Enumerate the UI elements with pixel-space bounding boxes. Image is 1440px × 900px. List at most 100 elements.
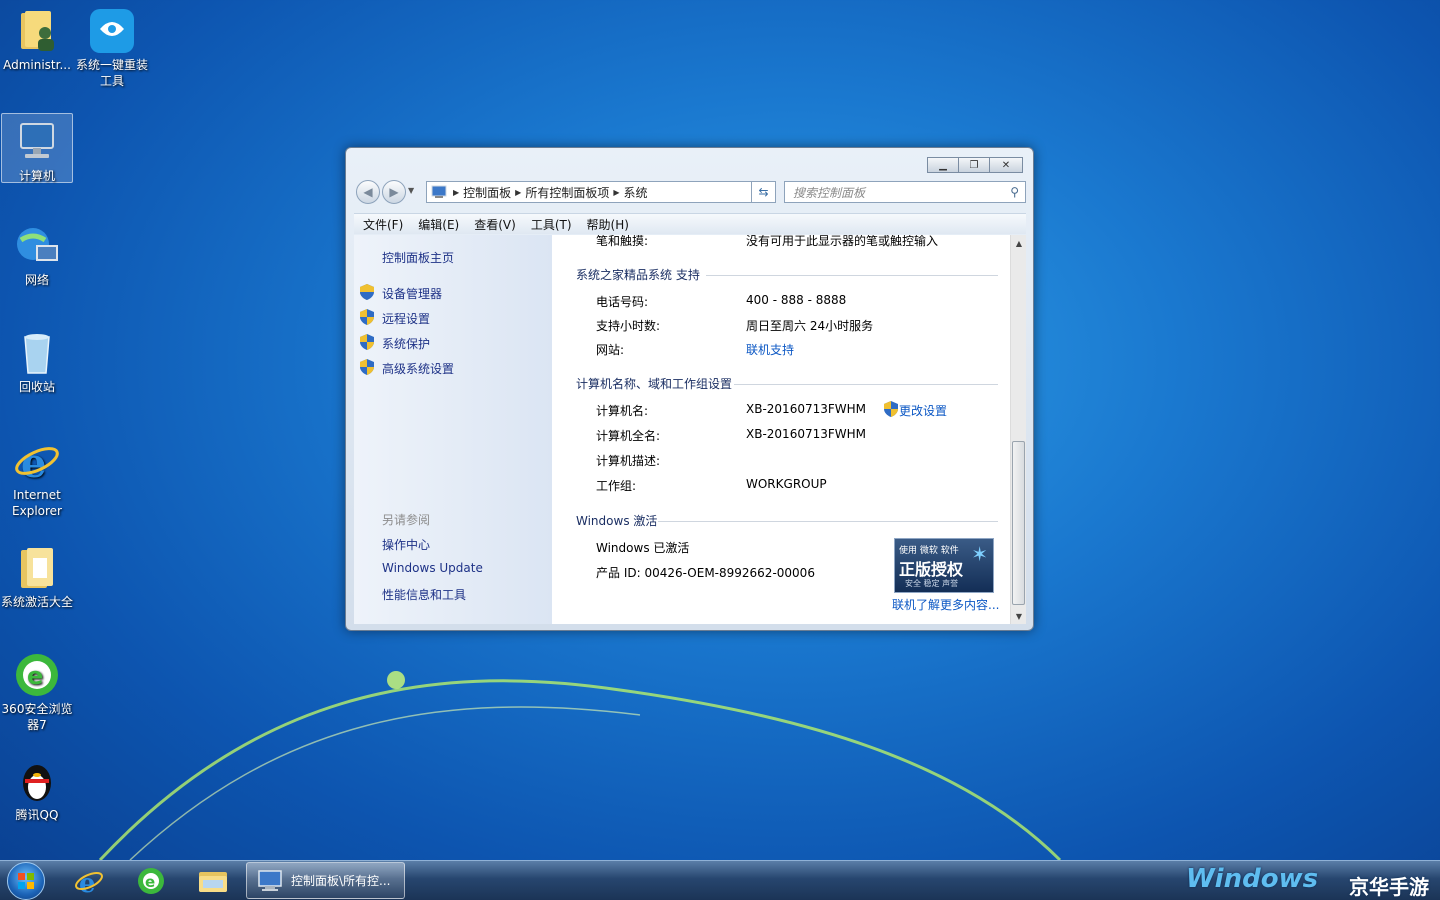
uac-shield-icon	[360, 309, 374, 325]
search-placeholder: 搜索控制面板	[793, 185, 866, 200]
computer-description-label: 计算机描述:	[596, 454, 661, 468]
minimize-icon: ▁	[939, 159, 947, 171]
user-folder-icon	[13, 7, 61, 55]
learn-more-link[interactable]: 联机了解更多内容...	[892, 596, 999, 613]
arrow-left-icon: ◀	[363, 185, 373, 199]
breadcrumb-control-panel[interactable]: 控制面板	[463, 184, 511, 201]
change-settings-link[interactable]: 更改设置	[899, 402, 947, 419]
desktop-icon-360-browser[interactable]: e 360安全浏览器7	[1, 647, 73, 733]
watermark-cn-text: 京华手游	[1349, 875, 1429, 899]
activation-status: Windows 已激活	[596, 541, 690, 555]
desktop-icon-label: Internet Explorer	[12, 488, 62, 518]
desktop-icon-recycle-bin[interactable]: 回收站	[1, 325, 73, 395]
taskbar-control-panel-window[interactable]: 控制面板\所有控...	[246, 862, 405, 899]
genuine-software-badge[interactable]: 使用 微软 软件 ✶ 正版授权 安全 稳定 声誉	[894, 538, 994, 593]
taskbar-internet-explorer[interactable]: e	[64, 864, 114, 898]
system-details-pane: 笔和触摸: 没有可用于此显示器的笔或触控输入 系统之家精品系统 支持 电话号码:…	[552, 235, 1010, 624]
desktop-icon-network[interactable]: 网络	[1, 218, 73, 288]
menu-file[interactable]: 文件(F)	[363, 216, 403, 233]
link-performance-tools[interactable]: 性能信息和工具	[382, 586, 466, 603]
website-label: 网站:	[596, 343, 625, 357]
link-advanced-system-settings[interactable]: 高级系统设置	[382, 360, 454, 377]
back-button[interactable]: ◀	[356, 180, 380, 204]
internet-explorer-icon: e	[75, 869, 103, 896]
qq-penguin-icon	[13, 757, 61, 805]
workgroup-value: WORKGROUP	[746, 477, 827, 491]
desktop-icon-label: 系统激活大全	[1, 595, 74, 609]
360-browser-icon: e	[13, 651, 61, 699]
section-divider	[658, 521, 998, 522]
menu-help[interactable]: 帮助(H)	[587, 216, 629, 233]
site-watermark: Windows 京华手游	[1186, 864, 1429, 899]
full-computer-name-label: 计算机全名:	[596, 429, 661, 443]
uac-shield-icon	[360, 334, 374, 350]
support-hours-value: 周日至周六 24小时服务	[746, 319, 874, 333]
breadcrumb-all-items[interactable]: 所有控制面板项	[525, 184, 609, 201]
product-id: 产品 ID: 00426-OEM-8992662-00006	[596, 566, 815, 580]
minimize-button[interactable]: ▁	[927, 157, 959, 173]
taskbar-360-browser[interactable]: e	[126, 864, 176, 898]
close-button[interactable]: ✕	[989, 157, 1023, 173]
desktop-icon-administrator[interactable]: Administr...	[1, 3, 73, 73]
section-divider	[734, 384, 998, 385]
recent-pages-chevron-icon[interactable]: ▼	[408, 186, 414, 195]
address-bar[interactable]: ▶ 控制面板 ▶ 所有控制面板项 ▶ 系统 ▼	[426, 181, 776, 203]
control-panel-icon	[258, 870, 282, 891]
vertical-scrollbar[interactable]: ▲ ▼	[1010, 235, 1026, 624]
link-remote-settings[interactable]: 远程设置	[382, 310, 430, 327]
reinstall-tool-icon	[88, 7, 136, 55]
recycle-bin-icon	[13, 329, 61, 377]
workgroup-label: 工作组:	[596, 479, 637, 493]
start-button[interactable]	[7, 862, 45, 900]
desktop-icon-label: 系统一键重装工具	[76, 58, 149, 88]
computer-icon	[13, 118, 61, 166]
desktop-icon-reinstall-tool[interactable]: 系统一键重装工具	[76, 3, 148, 89]
link-windows-update[interactable]: Windows Update	[382, 561, 483, 575]
uac-shield-icon	[360, 359, 374, 375]
star-icon: ✶	[971, 542, 988, 566]
link-device-manager[interactable]: 设备管理器	[382, 285, 442, 302]
content-area: 控制面板主页 设备管理器 远程设置 系统保护 高级系统设置 另请参阅 操作中心 …	[354, 235, 1026, 624]
taskbar-explorer[interactable]	[188, 864, 238, 898]
control-panel-icon	[431, 185, 447, 198]
badge-bottom-text: 安全 稳定 声誉	[905, 579, 959, 588]
scrollbar-thumb[interactable]	[1012, 441, 1025, 605]
desktop-icon-label: 回收站	[18, 380, 55, 394]
uac-shield-icon	[884, 401, 898, 417]
computer-section-title: 计算机名称、域和工作组设置	[576, 377, 733, 391]
forward-button[interactable]: ▶	[382, 180, 406, 204]
menu-view[interactable]: 查看(V)	[474, 216, 516, 233]
breadcrumb-system[interactable]: 系统	[624, 184, 648, 201]
desktop-icon-computer[interactable]: 计算机	[1, 113, 73, 183]
badge-main-text: 正版授权	[899, 560, 964, 579]
online-support-link[interactable]: 联机支持	[746, 341, 794, 358]
watermark-text: Windows	[1186, 864, 1319, 894]
menu-edit[interactable]: 编辑(E)	[418, 216, 459, 233]
svg-text:e: e	[27, 662, 43, 690]
scroll-up-icon[interactable]: ▲	[1011, 235, 1027, 251]
windows-logo-icon	[18, 873, 34, 889]
link-system-protection[interactable]: 系统保护	[382, 335, 430, 352]
menu-tools[interactable]: 工具(T)	[531, 216, 572, 233]
refresh-button[interactable]: ⇆	[751, 181, 776, 203]
breadcrumb-separator-icon: ▶	[613, 187, 620, 197]
desktop-icon-activation-suite[interactable]: 系统激活大全	[1, 540, 73, 610]
desktop-icon-qq[interactable]: 腾讯QQ	[1, 753, 73, 823]
desktop-icon-label: 360安全浏览器7	[1, 702, 73, 732]
maximize-button[interactable]: ❐	[958, 157, 990, 173]
search-input[interactable]: 搜索控制面板 ⚲	[784, 181, 1026, 203]
search-icon[interactable]: ⚲	[1010, 185, 1019, 199]
scroll-down-icon[interactable]: ▼	[1011, 608, 1027, 624]
phone-value: 400 - 888 - 8888	[746, 293, 847, 307]
internet-explorer-icon: e	[13, 437, 61, 487]
desktop-icon-label: 腾讯QQ	[15, 808, 59, 822]
desktop-icon-label: 计算机	[18, 169, 55, 183]
pen-touch-value: 没有可用于此显示器的笔或触控输入	[746, 235, 939, 248]
desktop-icon-internet-explorer[interactable]: e Internet Explorer	[1, 433, 73, 519]
activation-section-title: Windows 激活	[576, 514, 658, 528]
computer-name-label: 计算机名:	[596, 404, 649, 418]
link-control-panel-home[interactable]: 控制面板主页	[382, 249, 454, 266]
restore-icon: ❐	[969, 159, 979, 171]
link-action-center[interactable]: 操作中心	[382, 536, 430, 553]
breadcrumb-separator-icon: ▶	[453, 187, 460, 197]
